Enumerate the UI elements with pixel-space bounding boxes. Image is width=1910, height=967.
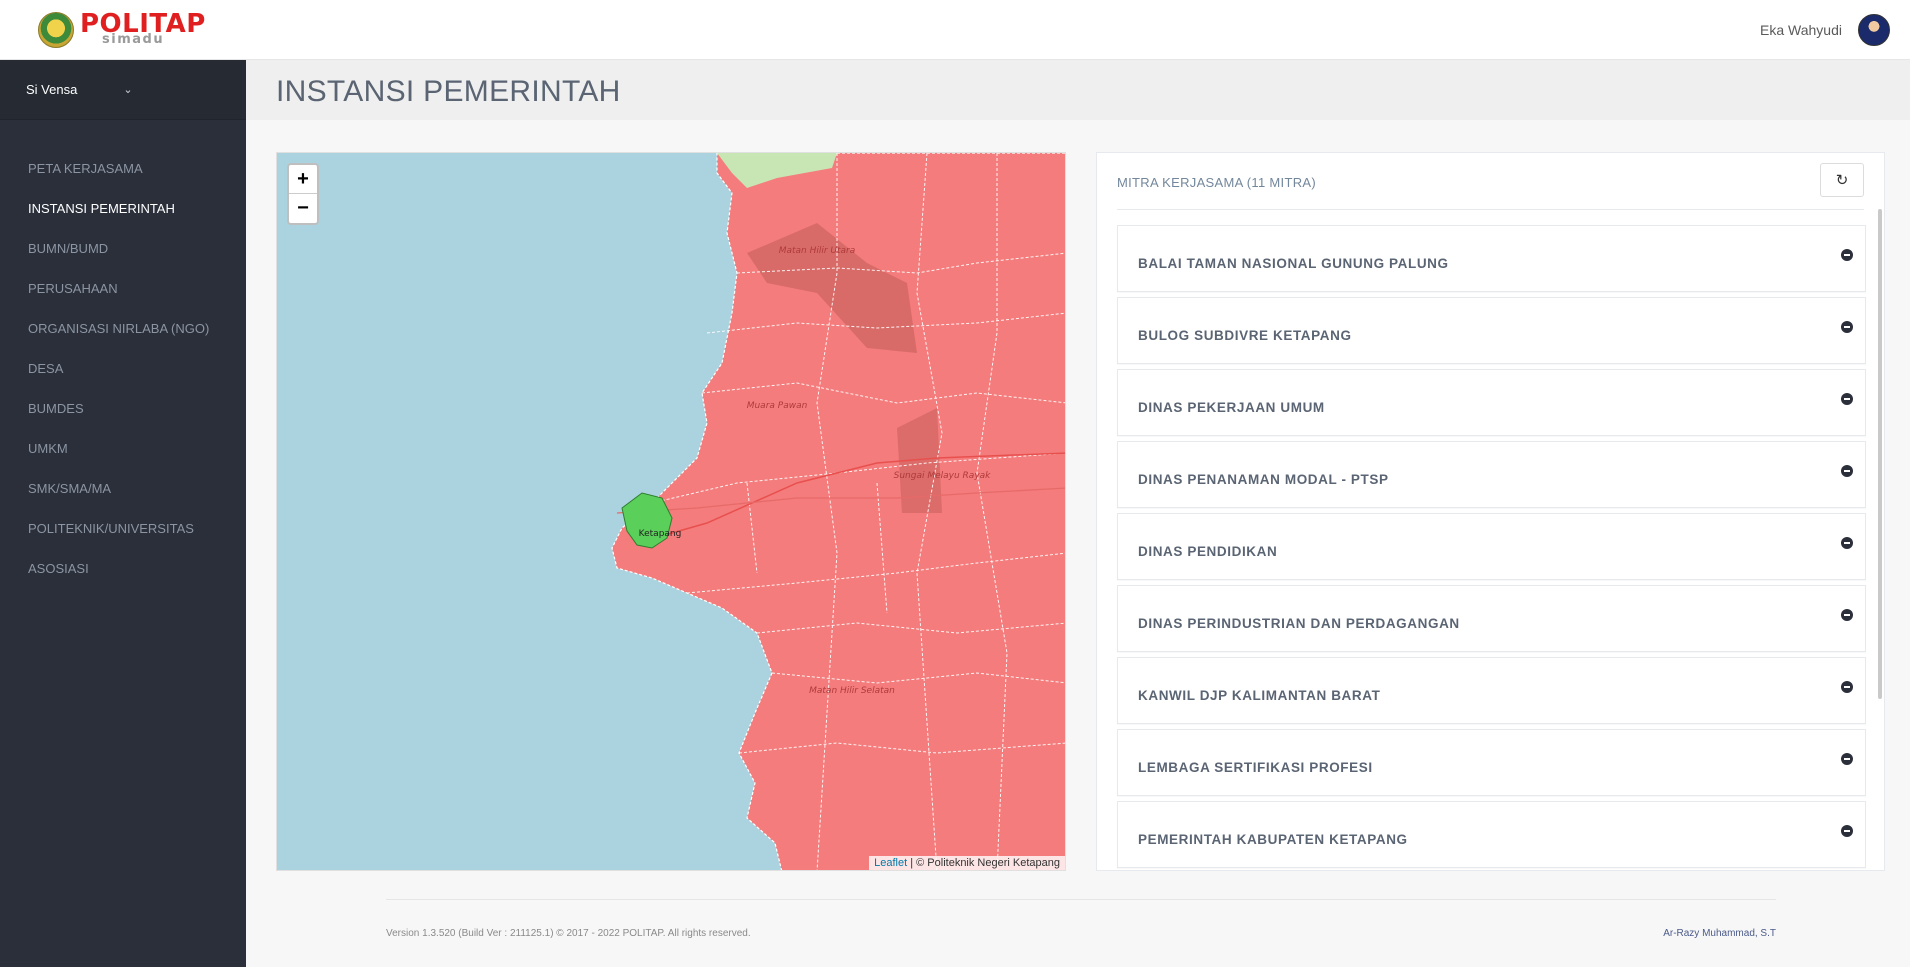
list-item-label: DINAS PEKERJAAN UMUM: [1138, 400, 1325, 415]
list-item[interactable]: LEMBAGA SERTIFIKASI PROFESI: [1117, 729, 1866, 796]
list-item-label: DINAS PERINDUSTRIAN DAN PERDAGANGAN: [1138, 616, 1460, 631]
list-item[interactable]: DINAS PEKERJAAN UMUM: [1117, 369, 1866, 436]
logo[interactable]: POLITAP simadu: [38, 10, 205, 50]
footer-divider: [386, 899, 1776, 900]
collapse-icon[interactable]: [1841, 249, 1853, 261]
list-item[interactable]: PEMERINTAH KABUPATEN KETAPANG: [1117, 801, 1866, 868]
list-item-label: DINAS PENANAMAN MODAL - PTSP: [1138, 472, 1389, 487]
list-item-label: BALAI TAMAN NASIONAL GUNUNG PALUNG: [1138, 256, 1449, 271]
footer-version: Version 1.3.520 (Build Ver : 211125.1) ©…: [386, 928, 751, 939]
sidebar-item-instansi-pemerintah[interactable]: INSTANSI PEMERINTAH: [0, 189, 246, 229]
sidebar-item-ngo[interactable]: ORGANISASI NIRLABA (NGO): [0, 309, 246, 349]
logo-wordmark: POLITAP simadu: [80, 10, 205, 50]
sidebar-item-peta-kerjasama[interactable]: PETA KERJASAMA: [0, 149, 246, 189]
collapse-icon[interactable]: [1841, 825, 1853, 837]
page-title: INSTANSI PEMERINTAH: [276, 75, 621, 108]
sidebar-item-umkm[interactable]: UMKM: [0, 429, 246, 469]
map-canvas[interactable]: Matan Hilir Utara Muara Pawan Sungai Mel…: [277, 153, 1066, 871]
collapse-icon[interactable]: [1841, 753, 1853, 765]
zoom-out-button[interactable]: −: [289, 194, 317, 223]
list-item-label: KANWIL DJP KALIMANTAN BARAT: [1138, 688, 1381, 703]
scrollbar[interactable]: [1878, 209, 1882, 699]
map-label-sungai-melayu-rayak: Sungai Melayu Rayak: [894, 471, 992, 481]
map-label-matan-hilir-utara: Matan Hilir Utara: [779, 246, 856, 256]
sidebar-item-desa[interactable]: DESA: [0, 349, 246, 389]
sidebar-item-bumn-bumd[interactable]: BUMN/BUMD: [0, 229, 246, 269]
footer-author-link[interactable]: Ar-Razy Muhammad, S.T: [1663, 928, 1776, 939]
collapse-icon[interactable]: [1841, 609, 1853, 621]
logo-seal-icon: [38, 12, 74, 48]
list-item[interactable]: KANWIL DJP KALIMANTAN BARAT: [1117, 657, 1866, 724]
page-header: INSTANSI PEMERINTAH: [246, 60, 1910, 120]
collapse-icon[interactable]: [1841, 393, 1853, 405]
map-label-muara-pawan: Muara Pawan: [747, 401, 808, 411]
sidebar-item-bumdes[interactable]: BUMDES: [0, 389, 246, 429]
list-item-label: BULOG SUBDIVRE KETAPANG: [1138, 328, 1352, 343]
chevron-down-icon: ⌄: [123, 84, 133, 96]
sidebar-nav: PETA KERJASAMA INSTANSI PEMERINTAH BUMN/…: [0, 149, 246, 589]
app-switcher[interactable]: Si Vensa ⌄: [0, 60, 246, 120]
refresh-icon: ↻: [1835, 172, 1849, 189]
app-switcher-label: Si Vensa: [26, 82, 78, 97]
list-item-label: LEMBAGA SERTIFIKASI PROFESI: [1138, 760, 1373, 775]
top-navbar: POLITAP simadu Eka Wahyudi: [0, 0, 1910, 60]
sidebar-item-politeknik-universitas[interactable]: POLITEKNIK/UNIVERSITAS: [0, 509, 246, 549]
mitra-panel: MITRA KERJASAMA (11 MITRA) ↻ BALAI TAMAN…: [1096, 152, 1885, 871]
collapse-icon[interactable]: [1841, 321, 1853, 333]
mitra-list: BALAI TAMAN NASIONAL GUNUNG PALUNG BULOG…: [1117, 225, 1866, 870]
collapse-icon[interactable]: [1841, 465, 1853, 477]
user-name[interactable]: Eka Wahyudi: [1760, 22, 1842, 38]
list-item[interactable]: BULOG SUBDIVRE KETAPANG: [1117, 297, 1866, 364]
logo-subtext: simadu: [102, 32, 165, 47]
map-label-ketapang: Ketapang: [639, 529, 682, 539]
avatar[interactable]: [1858, 14, 1890, 46]
collapse-icon[interactable]: [1841, 681, 1853, 693]
list-item[interactable]: BALAI TAMAN NASIONAL GUNUNG PALUNG: [1117, 225, 1866, 292]
map-label-matan-hilir-selatan: Matan Hilir Selatan: [809, 686, 895, 696]
collapse-icon[interactable]: [1841, 537, 1853, 549]
map-attribution: Leaflet | © Politeknik Negeri Ketapang: [869, 856, 1065, 870]
sidebar-item-asosiasi[interactable]: ASOSIASI: [0, 549, 246, 589]
zoom-in-button[interactable]: +: [289, 165, 317, 194]
list-item-label: PEMERINTAH KABUPATEN KETAPANG: [1138, 832, 1408, 847]
map[interactable]: Matan Hilir Utara Muara Pawan Sungai Mel…: [276, 152, 1066, 871]
panel-divider: [1117, 209, 1864, 210]
refresh-button[interactable]: ↻: [1820, 163, 1864, 197]
sidebar-item-smk-sma-ma[interactable]: SMK/SMA/MA: [0, 469, 246, 509]
list-item[interactable]: DINAS PERINDUSTRIAN DAN PERDAGANGAN: [1117, 585, 1866, 652]
zoom-control: + −: [287, 163, 319, 225]
attribution-text: | © Politeknik Negeri Ketapang: [907, 857, 1060, 869]
list-item-label: DINAS PENDIDIKAN: [1138, 544, 1278, 559]
sidebar: Si Vensa ⌄ PETA KERJASAMA INSTANSI PEMER…: [0, 60, 246, 967]
panel-title: MITRA KERJASAMA (11 MITRA): [1117, 175, 1316, 190]
list-item[interactable]: DINAS PENDIDIKAN: [1117, 513, 1866, 580]
sidebar-item-perusahaan[interactable]: PERUSAHAAN: [0, 269, 246, 309]
list-item[interactable]: DINAS PENANAMAN MODAL - PTSP: [1117, 441, 1866, 508]
leaflet-link[interactable]: Leaflet: [874, 857, 907, 869]
